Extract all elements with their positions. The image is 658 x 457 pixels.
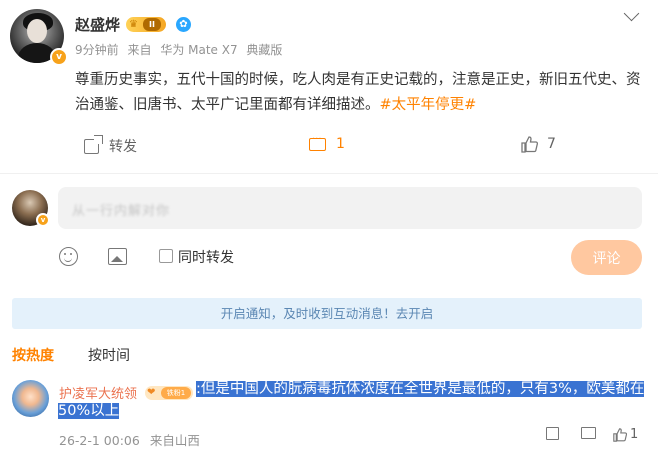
comment-location: 来自山西 [149, 433, 200, 448]
hashtag-link[interactable]: #太平年停更# [380, 97, 477, 113]
comment-date: 26-2-1 00:06 [59, 433, 140, 448]
submit-comment-button[interactable]: 评论 [571, 240, 642, 275]
post-meta: 9分钟前 来自 华为 Mate X7 典藏版 [75, 41, 287, 58]
post-text: 尊重历史事实，五代十国的时候，吃人肉是有正史记载的，注意是正史，新旧五代史、资治… [75, 72, 641, 113]
image-icon[interactable] [108, 248, 127, 265]
post-time[interactable]: 9分钟前 [75, 43, 119, 57]
like-icon [521, 136, 538, 153]
verified-v-icon: v [36, 213, 50, 227]
comment-reply-button[interactable] [581, 427, 596, 439]
vip-level-badge[interactable]: ♛ II [126, 17, 166, 32]
comment-body: 但是中国人的朊病毒抗体浓度在全世界是最低的，只有3%，欧美都在50%以上 [58, 381, 645, 419]
more-chevron-icon[interactable] [623, 5, 640, 22]
verified-v-icon: v [50, 48, 68, 66]
like-count: 7 [547, 136, 556, 152]
device-edition: 典藏版 [246, 43, 283, 57]
member-icon[interactable]: ✿ [176, 17, 191, 32]
repost-checkbox-label[interactable]: 同时转发 [178, 247, 234, 267]
comment-button[interactable]: 1 [309, 134, 345, 152]
share-icon [84, 134, 103, 154]
source-prefix: 来自 [127, 43, 152, 57]
crown-icon: ♛ [129, 19, 138, 30]
comment-icon [309, 134, 326, 151]
emoji-icon[interactable] [59, 247, 78, 266]
comment-text: :但是中国人的朊病毒抗体浓度在全世界是最低的，只有3%，欧美都在50%以上 [58, 378, 648, 422]
comment-icon [581, 427, 596, 439]
repost-label: 转发 [109, 139, 137, 155]
author-name[interactable]: 赵盛烨 [75, 14, 120, 35]
comment-share-button[interactable] [546, 427, 559, 440]
like-icon [613, 428, 627, 442]
notification-banner[interactable]: 开启通知，及时收到互动消息！去开启 [12, 298, 642, 329]
sort-by-time-tab[interactable]: 按时间 [88, 345, 130, 365]
sort-by-hot-tab[interactable]: 按热度 [12, 345, 54, 365]
comment-count: 1 [336, 136, 345, 152]
repost-checkbox[interactable] [159, 249, 173, 263]
share-icon [546, 427, 559, 440]
section-divider [0, 173, 658, 174]
device-name: 华为 Mate X7 [160, 43, 238, 57]
comment-input-text: 从一行内解对你 [72, 204, 171, 219]
post-content: 尊重历史事实，五代十国的时候，吃人肉是有正史记载的，注意是正史，新旧五代史、资治… [75, 68, 645, 118]
comment-meta: 26-2-1 00:06 来自山西 [59, 430, 206, 449]
repost-button[interactable]: 转发 [84, 134, 137, 156]
like-button[interactable]: 7 [521, 136, 556, 153]
comment-like-count: 1 [630, 427, 639, 442]
comment-input[interactable]: 从一行内解对你 [58, 187, 642, 229]
comment-like-button[interactable]: 1 [613, 427, 638, 442]
level-label: II [143, 18, 161, 31]
commenter-avatar[interactable] [12, 380, 49, 417]
